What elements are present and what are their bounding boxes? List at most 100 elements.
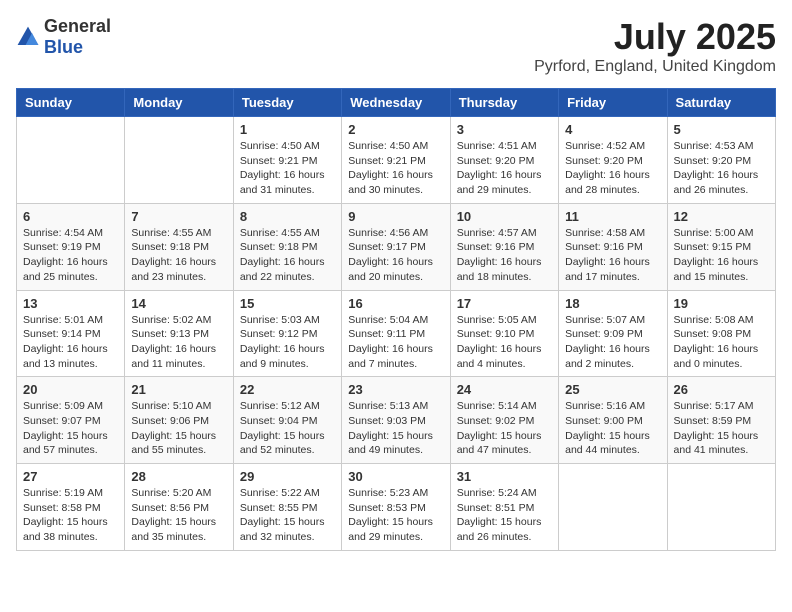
day-detail: Sunrise: 5:24 AMSunset: 8:51 PMDaylight:… — [457, 486, 552, 545]
day-detail: Sunrise: 5:16 AMSunset: 9:00 PMDaylight:… — [565, 399, 660, 458]
calendar-cell: 14 Sunrise: 5:02 AMSunset: 9:13 PMDayligh… — [125, 290, 233, 377]
title-area: July 2025 Pyrford, England, United Kingd… — [534, 16, 776, 76]
calendar-cell: 26 Sunrise: 5:17 AMSunset: 8:59 PMDayligh… — [667, 377, 775, 464]
calendar-cell: 16 Sunrise: 5:04 AMSunset: 9:11 PMDayligh… — [342, 290, 450, 377]
calendar-cell: 17 Sunrise: 5:05 AMSunset: 9:10 PMDayligh… — [450, 290, 558, 377]
day-number: 12 — [674, 209, 769, 224]
calendar-cell: 22Sunrise: 5:12 AMSunset: 9:04 PMDayligh… — [233, 377, 341, 464]
day-number: 5 — [674, 122, 769, 137]
calendar-cell: 20 Sunrise: 5:09 AMSunset: 9:07 PMDayligh… — [17, 377, 125, 464]
day-detail: Sunrise: 5:20 AMSunset: 8:56 PMDaylight:… — [131, 486, 226, 545]
day-number: 26 — [674, 382, 769, 397]
calendar-cell: 11Sunrise: 4:58 AMSunset: 9:16 PMDayligh… — [559, 203, 667, 290]
day-number: 16 — [348, 296, 443, 311]
calendar-cell: 19Sunrise: 5:08 AMSunset: 9:08 PMDayligh… — [667, 290, 775, 377]
day-detail: Sunrise: 5:19 AMSunset: 8:58 PMDaylight:… — [23, 486, 118, 545]
calendar-cell: 15 Sunrise: 5:03 AMSunset: 9:12 PMDayligh… — [233, 290, 341, 377]
day-number: 20 — [23, 382, 118, 397]
day-detail: Sunrise: 5:07 AMSunset: 9:09 PMDaylight:… — [565, 313, 660, 372]
day-number: 15 — [240, 296, 335, 311]
weekday-header: Monday — [125, 89, 233, 117]
day-detail: Sunrise: 5:10 AMSunset: 9:06 PMDaylight:… — [131, 399, 226, 458]
calendar-cell: 31 Sunrise: 5:24 AMSunset: 8:51 PMDayligh… — [450, 464, 558, 551]
day-number: 29 — [240, 469, 335, 484]
calendar-cell — [559, 464, 667, 551]
calendar-cell: 9Sunrise: 4:56 AMSunset: 9:17 PMDaylight… — [342, 203, 450, 290]
day-detail: Sunrise: 5:22 AMSunset: 8:55 PMDaylight:… — [240, 486, 335, 545]
day-number: 14 — [131, 296, 226, 311]
day-detail: Sunrise: 5:00 AMSunset: 9:15 PMDaylight:… — [674, 226, 769, 285]
calendar-cell: 28Sunrise: 5:20 AMSunset: 8:56 PMDayligh… — [125, 464, 233, 551]
weekday-header: Friday — [559, 89, 667, 117]
calendar-cell: 30 Sunrise: 5:23 AMSunset: 8:53 PMDayligh… — [342, 464, 450, 551]
calendar-cell: 3 Sunrise: 4:51 AMSunset: 9:20 PMDaylight… — [450, 117, 558, 204]
day-detail: Sunrise: 5:01 AMSunset: 9:14 PMDaylight:… — [23, 313, 118, 372]
calendar-header-row: SundayMondayTuesdayWednesdayThursdayFrid… — [17, 89, 776, 117]
day-detail: Sunrise: 5:03 AMSunset: 9:12 PMDaylight:… — [240, 313, 335, 372]
calendar-week-row: 1Sunrise: 4:50 AMSunset: 9:21 PMDaylight… — [17, 117, 776, 204]
day-number: 7 — [131, 209, 226, 224]
calendar-cell: 27Sunrise: 5:19 AMSunset: 8:58 PMDayligh… — [17, 464, 125, 551]
weekday-header: Sunday — [17, 89, 125, 117]
calendar-cell: 13Sunrise: 5:01 AMSunset: 9:14 PMDayligh… — [17, 290, 125, 377]
day-number: 18 — [565, 296, 660, 311]
calendar-cell: 4 Sunrise: 4:52 AMSunset: 9:20 PMDaylight… — [559, 117, 667, 204]
calendar-cell: 21 Sunrise: 5:10 AMSunset: 9:06 PMDayligh… — [125, 377, 233, 464]
day-number: 31 — [457, 469, 552, 484]
day-detail: Sunrise: 4:51 AMSunset: 9:20 PMDaylight:… — [457, 139, 552, 198]
header: General Blue July 2025 Pyrford, England,… — [16, 16, 776, 76]
calendar-cell — [667, 464, 775, 551]
day-number: 21 — [131, 382, 226, 397]
day-number: 8 — [240, 209, 335, 224]
day-number: 22 — [240, 382, 335, 397]
day-detail: Sunrise: 4:58 AMSunset: 9:16 PMDaylight:… — [565, 226, 660, 285]
day-number: 17 — [457, 296, 552, 311]
day-detail: Sunrise: 4:56 AMSunset: 9:17 PMDaylight:… — [348, 226, 443, 285]
calendar-cell: 23 Sunrise: 5:13 AMSunset: 9:03 PMDayligh… — [342, 377, 450, 464]
day-number: 10 — [457, 209, 552, 224]
day-detail: Sunrise: 4:50 AMSunset: 9:21 PMDaylight:… — [240, 139, 335, 198]
weekday-header: Thursday — [450, 89, 558, 117]
day-detail: Sunrise: 5:02 AMSunset: 9:13 PMDaylight:… — [131, 313, 226, 372]
calendar: SundayMondayTuesdayWednesdayThursdayFrid… — [16, 88, 776, 551]
day-number: 23 — [348, 382, 443, 397]
calendar-week-row: 27Sunrise: 5:19 AMSunset: 8:58 PMDayligh… — [17, 464, 776, 551]
day-detail: Sunrise: 4:57 AMSunset: 9:16 PMDaylight:… — [457, 226, 552, 285]
day-detail: Sunrise: 5:23 AMSunset: 8:53 PMDaylight:… — [348, 486, 443, 545]
calendar-cell: 1Sunrise: 4:50 AMSunset: 9:21 PMDaylight… — [233, 117, 341, 204]
calendar-cell: 25 Sunrise: 5:16 AMSunset: 9:00 PMDayligh… — [559, 377, 667, 464]
day-detail: Sunrise: 5:09 AMSunset: 9:07 PMDaylight:… — [23, 399, 118, 458]
day-detail: Sunrise: 5:04 AMSunset: 9:11 PMDaylight:… — [348, 313, 443, 372]
calendar-cell: 24Sunrise: 5:14 AMSunset: 9:02 PMDayligh… — [450, 377, 558, 464]
calendar-week-row: 20 Sunrise: 5:09 AMSunset: 9:07 PMDayligh… — [17, 377, 776, 464]
calendar-cell: 12 Sunrise: 5:00 AMSunset: 9:15 PMDayligh… — [667, 203, 775, 290]
calendar-cell — [125, 117, 233, 204]
weekday-header: Wednesday — [342, 89, 450, 117]
calendar-cell: 29 Sunrise: 5:22 AMSunset: 8:55 PMDayligh… — [233, 464, 341, 551]
day-detail: Sunrise: 4:55 AMSunset: 9:18 PMDaylight:… — [240, 226, 335, 285]
day-number: 4 — [565, 122, 660, 137]
logo-blue: Blue — [44, 37, 83, 57]
day-number: 19 — [674, 296, 769, 311]
day-number: 30 — [348, 469, 443, 484]
day-number: 3 — [457, 122, 552, 137]
day-number: 6 — [23, 209, 118, 224]
calendar-week-row: 6 Sunrise: 4:54 AMSunset: 9:19 PMDaylight… — [17, 203, 776, 290]
weekday-header: Saturday — [667, 89, 775, 117]
day-detail: Sunrise: 5:13 AMSunset: 9:03 PMDaylight:… — [348, 399, 443, 458]
calendar-cell: 2Sunrise: 4:50 AMSunset: 9:21 PMDaylight… — [342, 117, 450, 204]
day-number: 24 — [457, 382, 552, 397]
day-detail: Sunrise: 4:52 AMSunset: 9:20 PMDaylight:… — [565, 139, 660, 198]
logo: General Blue — [16, 16, 111, 58]
logo-text: General Blue — [44, 16, 111, 58]
day-detail: Sunrise: 4:54 AMSunset: 9:19 PMDaylight:… — [23, 226, 118, 285]
day-detail: Sunrise: 5:05 AMSunset: 9:10 PMDaylight:… — [457, 313, 552, 372]
day-detail: Sunrise: 5:17 AMSunset: 8:59 PMDaylight:… — [674, 399, 769, 458]
day-detail: Sunrise: 4:55 AMSunset: 9:18 PMDaylight:… — [131, 226, 226, 285]
day-number: 25 — [565, 382, 660, 397]
location-title: Pyrford, England, United Kingdom — [534, 58, 776, 76]
weekday-header: Tuesday — [233, 89, 341, 117]
calendar-cell: 5Sunrise: 4:53 AMSunset: 9:20 PMDaylight… — [667, 117, 775, 204]
calendar-cell: 8 Sunrise: 4:55 AMSunset: 9:18 PMDaylight… — [233, 203, 341, 290]
calendar-cell: 10 Sunrise: 4:57 AMSunset: 9:16 PMDayligh… — [450, 203, 558, 290]
